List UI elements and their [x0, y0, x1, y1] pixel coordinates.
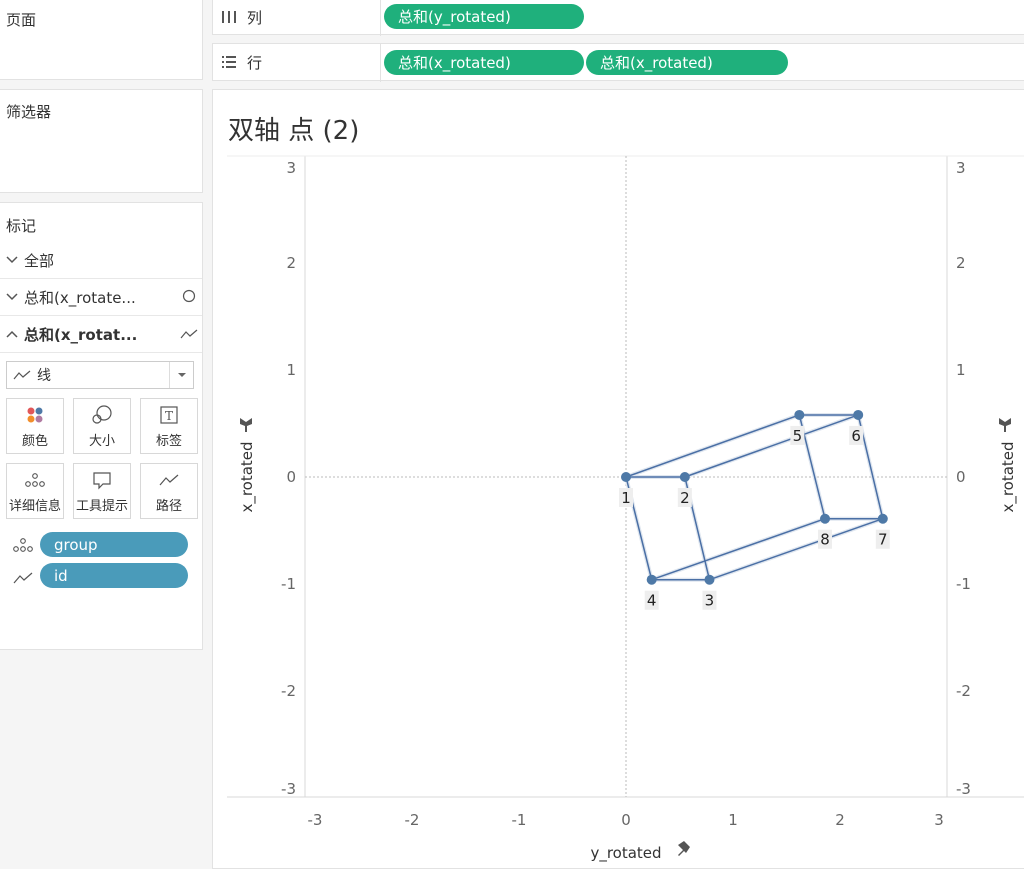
point-label: 2 — [680, 489, 690, 507]
y-axis-title-right: x_rotated — [999, 441, 1018, 512]
pin-icon — [678, 841, 690, 856]
point-label: 3 — [705, 592, 715, 610]
x-tick-label: -2 — [405, 811, 420, 829]
point-label: 7 — [878, 531, 888, 549]
y-tick-label-right: -2 — [956, 682, 971, 700]
point-label: 8 — [820, 531, 830, 549]
y-tick-label-left: 3 — [286, 159, 296, 177]
y-tick-label-right: 1 — [956, 361, 966, 379]
point-label: 6 — [851, 427, 861, 445]
point-mark — [853, 409, 864, 420]
point-mark — [646, 574, 657, 585]
point-mark — [877, 513, 888, 524]
y-tick-label-right: -3 — [956, 780, 971, 798]
dual-axis-chart[interactable]: 3 3 2 2 1 1 0 0 -1 -1 -2 -2 -3 -3 -3 -2 -1 0 1 2 3 y_rotated x… — [0, 0, 1024, 868]
point-label: 5 — [793, 427, 803, 445]
y-tick-label-right: 0 — [956, 468, 966, 486]
y-tick-label-left: -1 — [281, 575, 296, 593]
y-tick-label-left: 0 — [286, 468, 296, 486]
point-mark — [679, 472, 690, 482]
y-tick-label-right: 2 — [956, 254, 966, 272]
pin-icon — [999, 418, 1011, 432]
y-axis-title-left: x_rotated — [238, 441, 257, 512]
x-tick-label: 0 — [621, 811, 631, 829]
point-label: 4 — [647, 592, 657, 610]
x-tick-label: 2 — [835, 811, 845, 829]
x-tick-label: -3 — [308, 811, 323, 829]
x-tick-label: -1 — [512, 811, 527, 829]
y-tick-label-left: -2 — [281, 682, 296, 700]
point-label: 1 — [621, 489, 631, 507]
point-mark — [704, 574, 715, 585]
point-mark — [820, 513, 831, 524]
x-axis-title: y_rotated — [590, 844, 661, 863]
point-mark — [621, 472, 631, 482]
x-tick-label: 3 — [934, 811, 944, 829]
y-tick-label-left: -3 — [281, 780, 296, 798]
x-tick-label: 1 — [728, 811, 738, 829]
point-mark — [794, 409, 805, 420]
y-tick-label-right: -1 — [956, 575, 971, 593]
y-tick-label-left: 1 — [286, 361, 296, 379]
y-tick-label-right: 3 — [956, 159, 966, 177]
y-tick-label-left: 2 — [286, 254, 296, 272]
pin-icon — [240, 418, 252, 432]
